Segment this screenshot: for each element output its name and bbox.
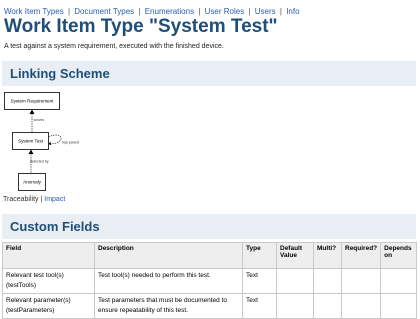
table-row: Relevant test tool(s) (testTools) Test t… bbox=[2, 268, 418, 294]
node-label: System Test bbox=[18, 139, 44, 144]
page-description: A test against a system requirement, exe… bbox=[4, 43, 224, 50]
column-header-type: Type bbox=[242, 242, 277, 269]
cell-depends-on bbox=[380, 268, 418, 294]
cell-description: Test tool(s) needed to perform this test… bbox=[94, 268, 243, 294]
nav-separator: | bbox=[67, 7, 71, 16]
edge-label: detected by bbox=[30, 160, 49, 164]
section-heading: Linking Scheme bbox=[10, 66, 110, 81]
arrowhead bbox=[28, 149, 34, 154]
nav-separator: | bbox=[248, 7, 251, 16]
edge-label: has parent bbox=[62, 141, 79, 145]
column-header-required: Required? bbox=[340, 242, 382, 269]
nav-link-users[interactable]: Users bbox=[255, 7, 276, 16]
impact-link[interactable]: Impact bbox=[44, 196, 65, 203]
nav-link-work-item-types[interactable]: Work Item Types bbox=[4, 7, 64, 16]
nav-link-info[interactable]: Info bbox=[286, 7, 299, 16]
column-header-multi: Multi? bbox=[313, 242, 342, 269]
cell-default-value bbox=[276, 268, 314, 294]
nav-link-document-types[interactable]: Document Types bbox=[74, 7, 134, 16]
link-separator: | bbox=[40, 196, 43, 203]
arrowhead bbox=[48, 141, 52, 146]
cell-required bbox=[340, 268, 382, 294]
column-header-default-value: Default Value bbox=[276, 242, 314, 269]
arrowhead bbox=[29, 109, 35, 114]
page-title: Work Item Type "System Test" bbox=[4, 16, 278, 37]
custom-fields-table: Field Description Type Default Value Mul… bbox=[2, 242, 418, 319]
cell-field: Relevant test tool(s) (testTools) bbox=[2, 268, 95, 294]
cell-multi bbox=[313, 268, 342, 294]
table-header-row: Field Description Type Default Value Mul… bbox=[2, 242, 418, 269]
top-nav: Work Item Types | Document Types | Enume… bbox=[4, 7, 300, 16]
column-header-depends-on: Depends on bbox=[380, 242, 418, 269]
node-label: Anomaly bbox=[23, 180, 42, 185]
column-header-field: Field bbox=[2, 242, 95, 269]
column-header-description: Description bbox=[94, 242, 243, 269]
traceability-label: Traceability bbox=[3, 196, 39, 203]
linking-scheme-diagram: System Requirement covers System Test ha… bbox=[4, 92, 79, 191]
cell-type: Text bbox=[242, 268, 277, 294]
section-heading: Custom Fields bbox=[10, 219, 100, 234]
diagram-links: Traceability | Impact bbox=[3, 196, 65, 203]
nav-separator: | bbox=[198, 7, 201, 16]
nav-separator: | bbox=[279, 7, 282, 16]
nav-link-user-roles[interactable]: User Roles bbox=[205, 7, 245, 16]
nav-separator: | bbox=[138, 7, 141, 16]
custom-fields-header: Custom Fields bbox=[2, 214, 416, 239]
nav-link-enumerations[interactable]: Enumerations bbox=[145, 7, 194, 16]
node-label: System Requirement bbox=[11, 99, 55, 104]
edge-label: covers bbox=[34, 118, 45, 122]
linking-scheme-header: Linking Scheme bbox=[2, 61, 416, 86]
